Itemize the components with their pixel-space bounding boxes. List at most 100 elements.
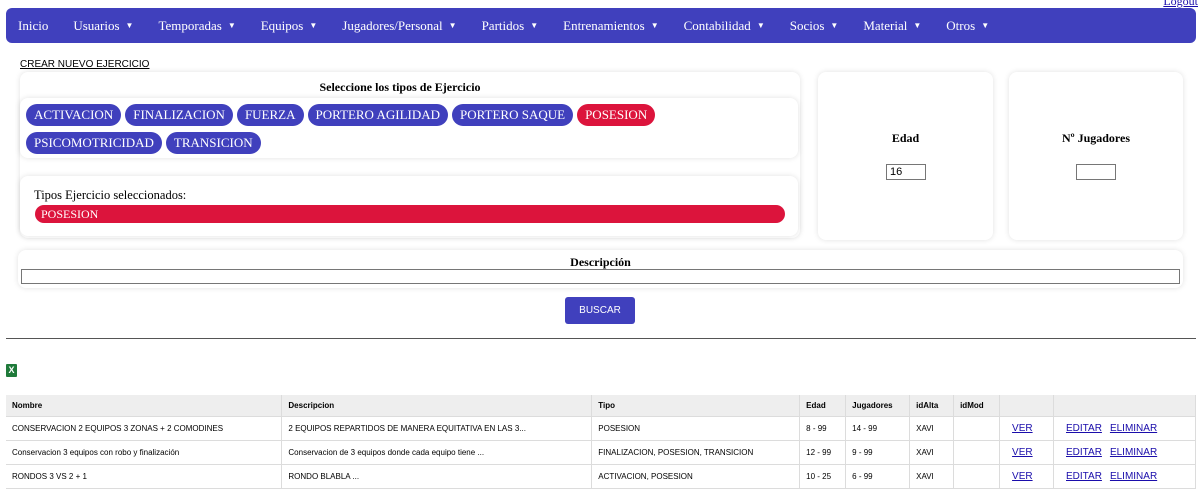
edit-link[interactable]: EDITAR bbox=[1066, 471, 1102, 482]
type-chip-transicion[interactable]: TRANSICION bbox=[165, 132, 261, 154]
view-link[interactable]: VER bbox=[999, 464, 1054, 489]
view-link[interactable]: VER bbox=[999, 416, 1054, 441]
cell-jugadores: 6 - 99 bbox=[845, 464, 911, 489]
column-header: Tipo bbox=[591, 395, 801, 417]
players-card bbox=[1009, 72, 1183, 240]
column-header: idMod bbox=[953, 395, 1001, 417]
nav-item-socios[interactable]: Socios ▼ bbox=[790, 18, 839, 34]
cell-nombre: CONSERVACION 2 EQUIPOS 3 ZONAS + 2 COMOD… bbox=[6, 416, 283, 441]
nav-item-label: Partidos bbox=[481, 17, 525, 33]
cell-idmod bbox=[953, 416, 1001, 441]
nav-item-label: Entrenamientos bbox=[563, 17, 645, 33]
description-label: Descripción bbox=[570, 255, 631, 269]
types-title: Seleccione los tipos de Ejercicio bbox=[319, 80, 481, 94]
cell-jugadores: 14 - 99 bbox=[845, 416, 911, 441]
divider bbox=[6, 338, 1196, 339]
cell-jugadores: 9 - 99 bbox=[845, 440, 911, 465]
cell-edad: 12 - 99 bbox=[799, 440, 847, 465]
nav-item-label: Temporadas bbox=[158, 17, 222, 33]
column-header bbox=[1053, 395, 1196, 417]
nav-item-partidos[interactable]: Partidos ▼ bbox=[482, 18, 539, 34]
nav-item-entrenamientos[interactable]: Entrenamientos ▼ bbox=[563, 18, 659, 34]
nav-item-label: Jugadores/Personal bbox=[342, 17, 443, 33]
caret-down-icon: ▼ bbox=[981, 21, 990, 30]
cell-edad: 10 - 25 bbox=[799, 464, 847, 489]
cell-idalta: XAVI bbox=[909, 440, 955, 465]
column-header: idAlta bbox=[909, 395, 955, 417]
caret-down-icon: ▼ bbox=[227, 21, 236, 30]
types-chip-list: ACTIVACION FINALIZACION FUERZA PORTERO AGIL… bbox=[26, 104, 796, 160]
table-header-row: Nombre Descripcion Tipo Edad Jugadores idAlta… bbox=[6, 395, 1196, 417]
cell-tipo: ACTIVACION, POSESION bbox=[591, 464, 801, 489]
column-header: Jugadores bbox=[845, 395, 911, 417]
row-actions: EDITAR ELIMINAR bbox=[1053, 464, 1196, 489]
cell-idalta: XAVI bbox=[909, 416, 955, 441]
nav-item-usuarios[interactable]: Usuarios ▼ bbox=[73, 18, 133, 34]
view-link[interactable]: VER bbox=[999, 440, 1054, 465]
age-label: Edad bbox=[891, 131, 920, 145]
type-chip-portero-saque[interactable]: PORTERO SAQUE bbox=[452, 104, 574, 126]
type-chip-psicomotricidad[interactable]: PSICOMOTRICIDAD bbox=[26, 132, 162, 154]
nav-item-jugadores-personal[interactable]: Jugadores/Personal ▼ bbox=[342, 18, 456, 34]
cell-tipo: POSESION bbox=[591, 416, 801, 441]
players-label: Nº Jugadores bbox=[1061, 131, 1131, 145]
nav-item-label: Material bbox=[863, 17, 908, 33]
table-row: CONSERVACION 2 EQUIPOS 3 ZONAS + 2 COMOD… bbox=[6, 416, 1196, 441]
delete-link[interactable]: ELIMINAR bbox=[1110, 423, 1157, 434]
column-header: Nombre bbox=[6, 395, 283, 417]
type-chip-fuerza[interactable]: FUERZA bbox=[236, 104, 304, 126]
row-actions: EDITAR ELIMINAR bbox=[1053, 440, 1196, 465]
edit-link[interactable]: EDITAR bbox=[1066, 447, 1102, 458]
nav-item-temporadas[interactable]: Temporadas ▼ bbox=[158, 18, 235, 34]
exercises-table: Nombre Descripcion Tipo Edad Jugadores idAlta… bbox=[6, 395, 1196, 489]
description-input[interactable] bbox=[21, 269, 1180, 284]
delete-link[interactable]: ELIMINAR bbox=[1110, 447, 1157, 458]
caret-down-icon: ▼ bbox=[309, 21, 318, 30]
nav-item-label: Otros bbox=[946, 17, 976, 33]
cell-nombre: Conservacion 3 equipos con robo y finali… bbox=[6, 440, 283, 465]
excel-export-icon[interactable]: X bbox=[6, 364, 17, 377]
row-actions: EDITAR ELIMINAR bbox=[1053, 416, 1196, 441]
selected-types-label: Tipos Ejercicio seleccionados: bbox=[34, 188, 187, 202]
column-header: Descripcion bbox=[281, 395, 593, 417]
nav-item-material[interactable]: Material ▼ bbox=[863, 18, 921, 34]
search-button[interactable]: BUSCAR bbox=[565, 297, 635, 324]
nav-item-label: Socios bbox=[789, 17, 825, 33]
column-header bbox=[999, 395, 1054, 417]
nav-item-contabilidad[interactable]: Contabilidad ▼ bbox=[684, 18, 765, 34]
nav-item-equipos[interactable]: Equipos ▼ bbox=[261, 18, 318, 34]
table-row: RONDOS 3 VS 2 + 1 RONDO BLABLA ... ACTIVAC… bbox=[6, 464, 1196, 489]
age-input[interactable] bbox=[886, 164, 926, 180]
type-chip-portero-agilidad[interactable]: PORTERO AGILIDAD bbox=[307, 104, 449, 126]
caret-down-icon: ▼ bbox=[913, 21, 922, 30]
type-chip-posesion[interactable]: POSESION bbox=[577, 104, 656, 126]
cell-idmod bbox=[953, 464, 1001, 489]
nav-item-otros[interactable]: Otros ▼ bbox=[946, 18, 989, 34]
cell-edad: 8 - 99 bbox=[799, 416, 847, 441]
create-exercise-link[interactable]: CREAR NUEVO EJERCICIO bbox=[20, 59, 149, 70]
players-input[interactable] bbox=[1076, 164, 1116, 180]
cell-tipo: FINALIZACION, POSESION, TRANSICION bbox=[591, 440, 801, 465]
age-card bbox=[818, 72, 993, 240]
cell-idalta: XAVI bbox=[909, 464, 955, 489]
cell-descripcion: 2 EQUIPOS REPARTIDOS DE MANERA EQUITATIV… bbox=[281, 416, 593, 441]
caret-down-icon: ▼ bbox=[448, 21, 457, 30]
caret-down-icon: ▼ bbox=[125, 21, 134, 30]
cell-descripcion: RONDO BLABLA ... bbox=[281, 464, 593, 489]
type-chip-activacion[interactable]: ACTIVACION bbox=[26, 104, 122, 126]
nav-item-label: Inicio bbox=[18, 17, 49, 33]
type-chip-finalizacion[interactable]: FINALIZACION bbox=[125, 104, 233, 126]
nav-item-label: Contabilidad bbox=[683, 17, 751, 33]
caret-down-icon: ▼ bbox=[756, 21, 765, 30]
caret-down-icon: ▼ bbox=[530, 21, 539, 30]
cell-idmod bbox=[953, 440, 1001, 465]
selected-type-chip[interactable]: POSESION bbox=[35, 205, 785, 223]
column-header: Edad bbox=[799, 395, 847, 417]
table-row: Conservacion 3 equipos con robo y finali… bbox=[6, 440, 1196, 465]
edit-link[interactable]: EDITAR bbox=[1066, 423, 1102, 434]
nav-item-inicio[interactable]: Inicio bbox=[18, 18, 48, 34]
cell-nombre: RONDOS 3 VS 2 + 1 bbox=[6, 464, 283, 489]
delete-link[interactable]: ELIMINAR bbox=[1110, 471, 1157, 482]
nav-item-label: Usuarios bbox=[73, 17, 120, 33]
cell-descripcion: Conservacion de 3 equipos donde cada equ… bbox=[281, 440, 593, 465]
